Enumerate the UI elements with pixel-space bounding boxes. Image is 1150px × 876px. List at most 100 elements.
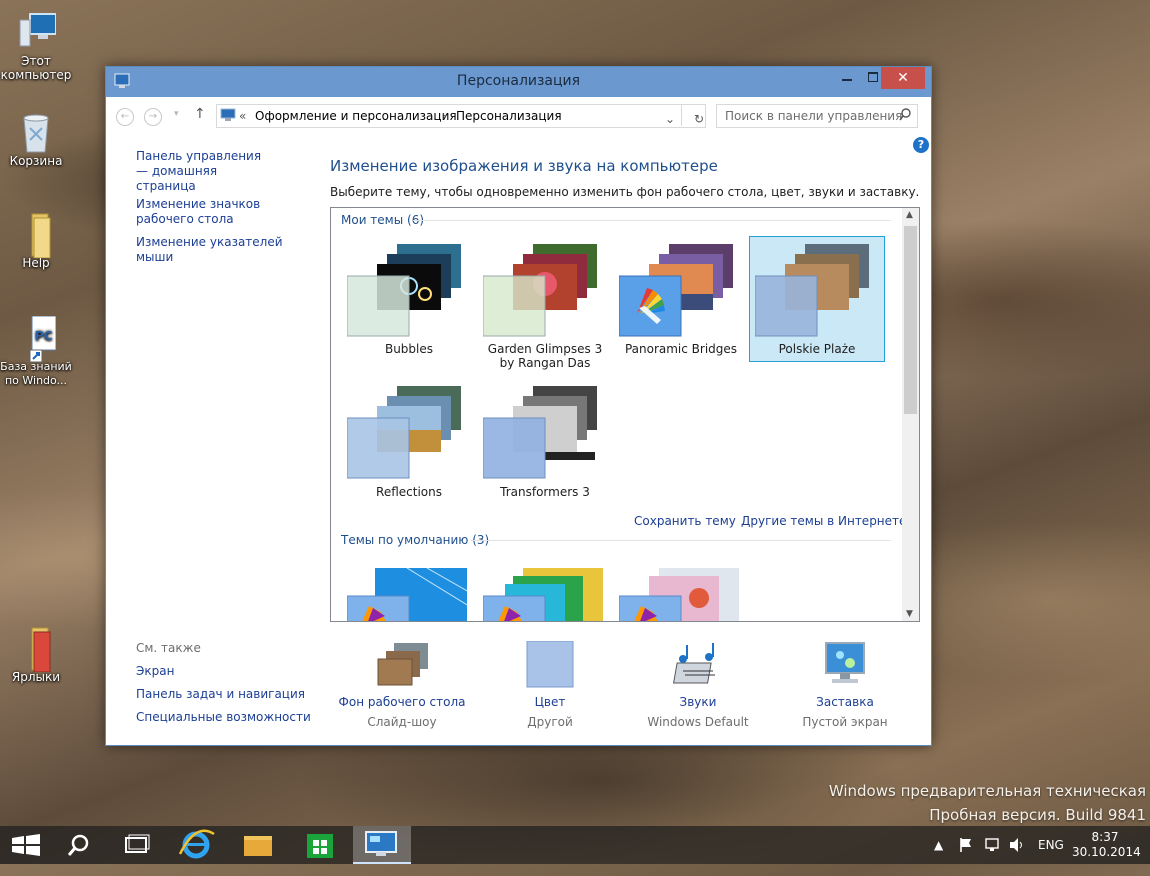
- desktop-icon-recycle-bin[interactable]: Корзина: [0, 110, 72, 168]
- desktop-icon-help[interactable]: Help: [0, 212, 72, 270]
- theme-item-transformers[interactable]: Transformers 3: [477, 378, 613, 504]
- maximize-icon: [868, 72, 878, 82]
- desktop-icon-label: Этот компьютер: [0, 54, 72, 82]
- scroll-down-icon[interactable]: ▼: [906, 609, 913, 619]
- recent-pages-dropdown[interactable]: ▾: [174, 109, 179, 119]
- theme-label: Polskie Plaże: [778, 342, 856, 356]
- build-watermark-line1: Windows предварительная техническая: [828, 782, 1146, 800]
- scroll-up-icon[interactable]: ▲: [906, 210, 913, 220]
- chevron-down-icon: ⌄: [665, 112, 676, 126]
- window-title: Персонализация: [456, 73, 581, 89]
- theme-item-panoramic-bridges[interactable]: Panoramic Bridges: [613, 236, 749, 362]
- monitor-icon: [16, 10, 57, 50]
- address-prefix[interactable]: «: [239, 109, 246, 123]
- task-view-button[interactable]: [108, 826, 164, 864]
- minimize-icon: [842, 79, 852, 81]
- breadcrumb-appearance[interactable]: Оформление и персонализация: [255, 109, 457, 123]
- action-center-icon[interactable]: [958, 836, 974, 874]
- see-also-title: См. также: [136, 641, 201, 655]
- desktop-background-label[interactable]: Фон рабочего стола: [332, 695, 472, 709]
- default-theme-windows[interactable]: [346, 566, 470, 621]
- theme-thumbnail: [754, 236, 875, 343]
- sidebar-link-control-panel-home[interactable]: Панель управления — домашняя страница: [136, 149, 276, 194]
- sounds-option[interactable]: Звуки Windows Default: [628, 641, 768, 729]
- folder-icon: [244, 836, 272, 856]
- save-theme-link[interactable]: Сохранить тему: [634, 514, 736, 528]
- see-also-display[interactable]: Экран: [136, 664, 174, 679]
- search-icon: [67, 834, 89, 856]
- see-also-accessibility[interactable]: Специальные возможности: [136, 710, 311, 725]
- search-placeholder: Поиск в панели управления: [725, 109, 903, 123]
- help-button[interactable]: ?: [913, 137, 929, 153]
- theme-thumbnail: [346, 236, 467, 343]
- desktop-icon-label: База знаний по Windo...: [0, 360, 72, 387]
- store-button[interactable]: [292, 826, 348, 864]
- theme-list-scrollbar[interactable]: ▲ ▼: [902, 208, 919, 621]
- more-themes-online-link[interactable]: Другие темы в Интернете: [741, 514, 906, 528]
- recycle-bin-icon: [16, 110, 56, 153]
- back-arrow-icon: ←: [120, 111, 130, 122]
- sidebar-link-desktop-icons[interactable]: Изменение значков рабочего стола: [136, 197, 306, 227]
- clock[interactable]: 8:37 30.10.2014: [1072, 830, 1141, 868]
- forward-button[interactable]: →: [144, 108, 162, 126]
- up-button[interactable]: ↑: [194, 106, 206, 122]
- desktop-icon-label: Корзина: [9, 154, 63, 168]
- search-input[interactable]: Поиск в панели управления: [716, 104, 918, 128]
- breadcrumb-separator[interactable]: ›: [442, 109, 447, 123]
- back-button[interactable]: ←: [116, 108, 134, 126]
- see-also-taskbar[interactable]: Панель задач и навигация: [136, 687, 305, 702]
- search-button[interactable]: [52, 826, 108, 864]
- desktop-background-value: Слайд-шоу: [367, 715, 437, 729]
- theme-item-garden-glimpses[interactable]: Garden Glimpses 3 by Rangan Das: [477, 236, 613, 370]
- color-option[interactable]: Цвет Другой: [480, 640, 620, 729]
- theme-label: Transformers 3: [500, 485, 590, 499]
- close-icon: ✕: [897, 70, 909, 86]
- theme-item-bubbles[interactable]: Bubbles: [341, 236, 477, 362]
- network-icon[interactable]: [984, 836, 1002, 874]
- volume-icon[interactable]: [1008, 836, 1026, 874]
- document-shortcut-icon: PC: [16, 315, 57, 363]
- screensaver-label[interactable]: Заставка: [775, 695, 915, 709]
- refresh-button[interactable]: ↻: [681, 104, 706, 126]
- sidebar-link-mouse-pointers[interactable]: Изменение указателей мыши: [136, 235, 316, 265]
- start-button[interactable]: [0, 826, 56, 864]
- up-arrow-icon: ↑: [194, 106, 206, 122]
- my-themes-header[interactable]: Мои темы (6): [341, 213, 424, 227]
- theme-list[interactable]: Мои темы (6) Bubbles Garden Glimpses 3 b…: [330, 207, 920, 622]
- folder-icon: [16, 626, 56, 673]
- file-explorer-button[interactable]: [230, 826, 286, 864]
- show-hidden-icons-button[interactable]: ▲: [934, 838, 943, 876]
- theme-thumbnail: [346, 378, 467, 485]
- scrollbar-thumb[interactable]: [904, 226, 917, 414]
- internet-explorer-button[interactable]: [168, 826, 224, 864]
- title-bar[interactable]: Персонализация ✕: [106, 67, 931, 97]
- color-swatch-icon: [480, 640, 620, 689]
- color-label[interactable]: Цвет: [480, 695, 620, 709]
- desktop-icon-shortcuts[interactable]: Ярлыки: [0, 626, 72, 684]
- minimize-button[interactable]: [833, 67, 861, 89]
- language-indicator[interactable]: ENG: [1038, 838, 1064, 876]
- control-panel-taskbar-button[interactable]: [353, 826, 411, 864]
- internet-explorer-icon: [178, 829, 215, 859]
- windows-logo-icon: [12, 834, 40, 856]
- group-divider: [413, 220, 891, 221]
- address-bar[interactable]: « Оформление и персонализация › Персонал…: [216, 104, 706, 128]
- default-theme-flowers[interactable]: [618, 566, 739, 621]
- screensaver-option[interactable]: Заставка Пустой экран: [775, 641, 915, 729]
- desktop-icon-this-pc[interactable]: Этот компьютер: [0, 10, 72, 82]
- forward-arrow-icon: →: [148, 111, 158, 122]
- default-themes-header[interactable]: Темы по умолчанию (3): [341, 533, 489, 547]
- close-button[interactable]: ✕: [881, 67, 925, 89]
- sound-notes-icon: [628, 641, 768, 689]
- breadcrumb-personalization[interactable]: Персонализация: [456, 109, 562, 123]
- theme-item-reflections[interactable]: Reflections: [341, 378, 477, 504]
- clock-time: 8:37: [1091, 830, 1119, 844]
- desktop-icon-knowledge-base[interactable]: PC База знаний по Windo...: [0, 315, 72, 388]
- theme-thumbnail: [618, 236, 739, 343]
- desktop-background-option[interactable]: Фон рабочего стола Слайд-шоу: [332, 641, 472, 729]
- personalization-window: Персонализация ✕ ← → ▾ ↑ « Оформление и …: [105, 66, 932, 746]
- theme-item-polskie-plaze[interactable]: Polskie Plaże: [749, 236, 885, 362]
- group-divider: [471, 540, 891, 541]
- sounds-label[interactable]: Звуки: [628, 695, 768, 709]
- default-theme-lines[interactable]: [482, 566, 603, 621]
